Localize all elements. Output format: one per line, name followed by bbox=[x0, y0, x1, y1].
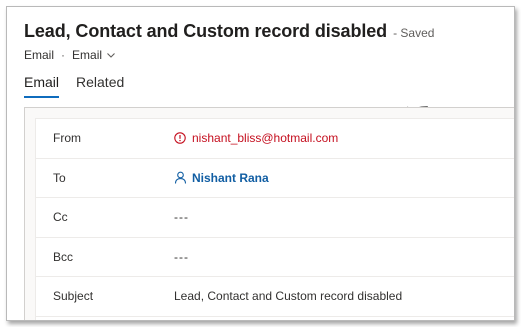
fields-panel: From nishant_bliss@hotmail.com To Nishan… bbox=[35, 118, 514, 320]
field-row-from: From nishant_bliss@hotmail.com bbox=[36, 119, 514, 159]
cc-value[interactable]: --- bbox=[174, 210, 189, 224]
field-row-subject: Subject Lead, Contact and Custom record … bbox=[36, 277, 514, 317]
subject-value[interactable]: Lead, Contact and Custom record disabled bbox=[174, 289, 402, 303]
tab-email[interactable]: Email bbox=[24, 74, 60, 98]
subject-label: Subject bbox=[53, 289, 94, 304]
cc-label: Cc bbox=[53, 210, 68, 225]
save-status: - Saved bbox=[393, 26, 435, 40]
email-details-section: From nishant_bliss@hotmail.com To Nishan… bbox=[24, 107, 514, 320]
tab-list: Email Related bbox=[24, 74, 141, 98]
to-label: To bbox=[53, 170, 66, 185]
title-row: Lead, Contact and Custom record disabled… bbox=[24, 21, 514, 42]
entity-breadcrumb: Email · Email bbox=[24, 48, 514, 62]
bcc-label: Bcc bbox=[53, 249, 74, 264]
page-title: Lead, Contact and Custom record disabled bbox=[24, 21, 388, 41]
chevron-down-icon bbox=[107, 53, 115, 58]
tab-related[interactable]: Related bbox=[76, 74, 124, 98]
entity-name: Email bbox=[24, 48, 55, 62]
bcc-value[interactable]: --- bbox=[174, 250, 189, 264]
form-header: Lead, Contact and Custom record disabled… bbox=[24, 21, 514, 62]
from-email-text: nishant_bliss@hotmail.com bbox=[192, 131, 339, 146]
person-icon bbox=[174, 171, 187, 184]
to-recipient-name: Nishant Rana bbox=[192, 170, 269, 185]
form-selector[interactable]: Email bbox=[72, 48, 116, 62]
warning-circle-icon bbox=[174, 132, 186, 144]
field-row-bcc: Bcc --- bbox=[36, 238, 514, 277]
breadcrumb-separator: · bbox=[61, 48, 66, 62]
field-row-cc: Cc --- bbox=[36, 198, 514, 238]
form-name: Email bbox=[72, 48, 103, 62]
from-label: From bbox=[53, 131, 81, 146]
from-value[interactable]: nishant_bliss@hotmail.com bbox=[174, 131, 338, 145]
email-form-window: Lead, Contact and Custom record disabled… bbox=[6, 6, 515, 321]
field-row-to: To Nishant Rana bbox=[36, 159, 514, 198]
to-lookup-value[interactable]: Nishant Rana bbox=[174, 171, 269, 185]
